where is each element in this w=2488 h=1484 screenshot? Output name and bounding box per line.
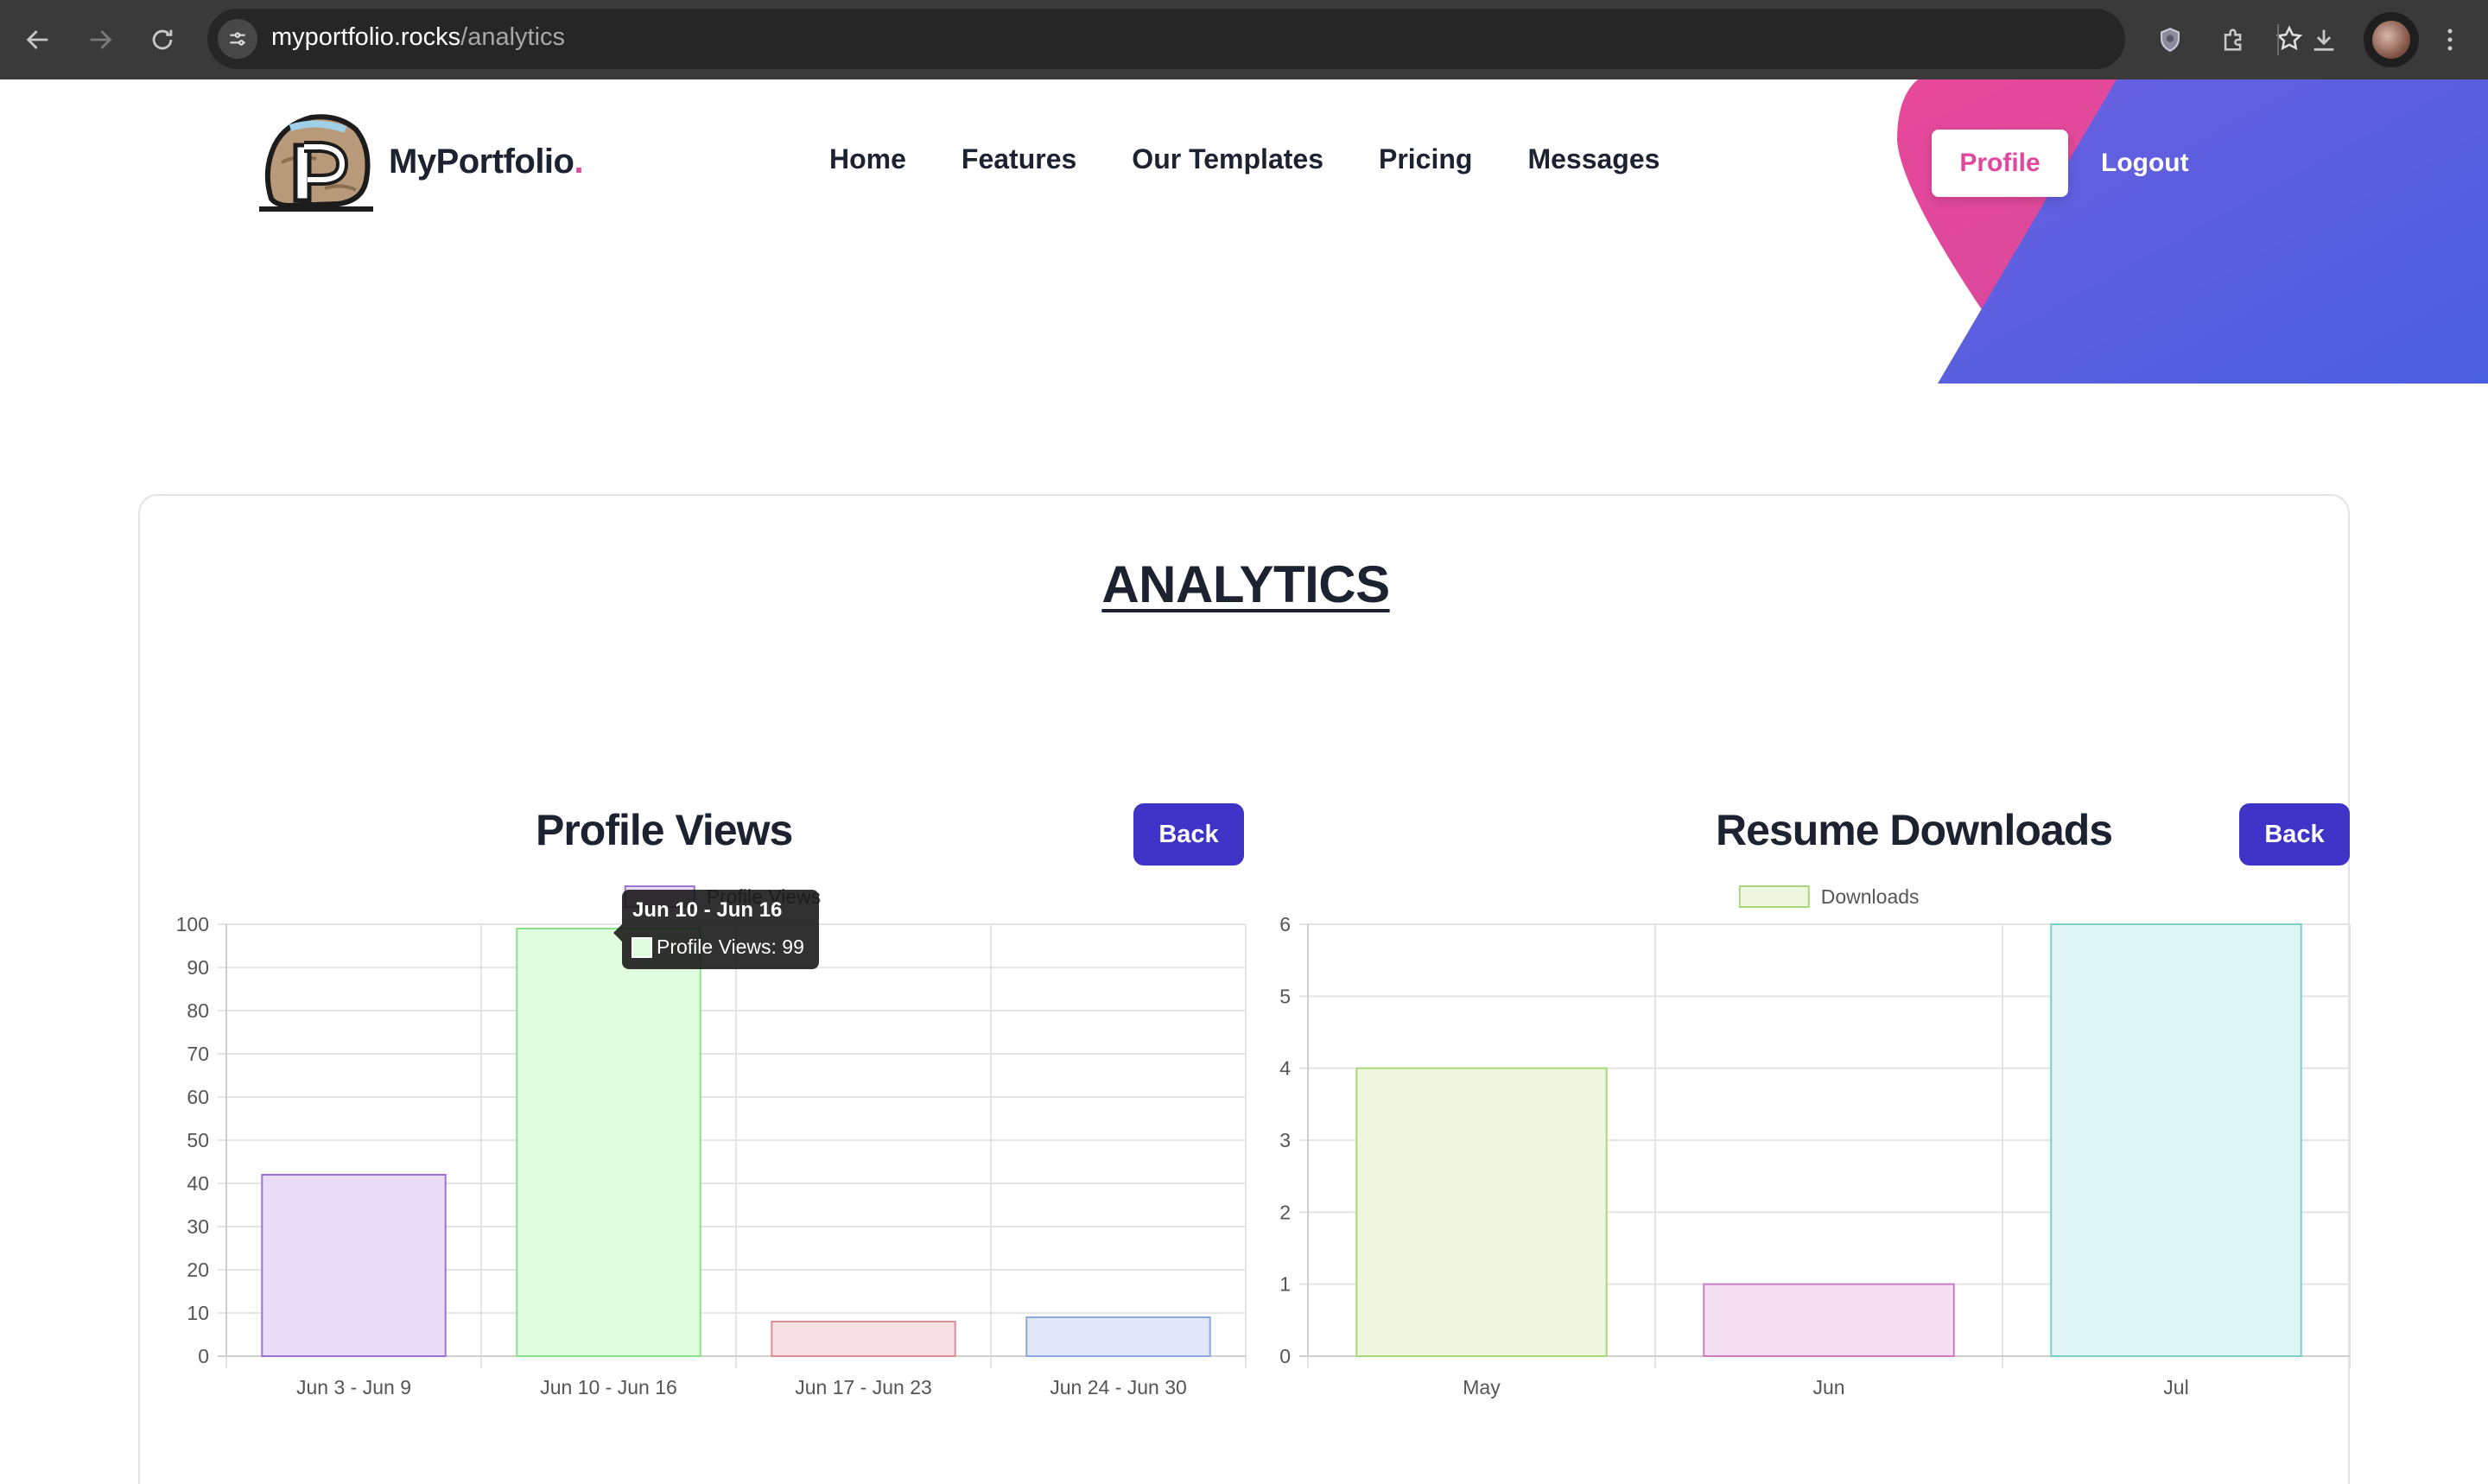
shield-extension-icon[interactable] xyxy=(2149,19,2191,60)
x-tick-label: Jul xyxy=(2163,1376,2188,1398)
legend-swatch[interactable] xyxy=(1738,885,1810,908)
browser-toolbar: myportfolio.rocks/analytics xyxy=(0,0,2488,79)
nav-our-templates[interactable]: Our Templates xyxy=(1132,143,1323,175)
url-path: /analytics xyxy=(460,23,566,51)
back-arrow-icon[interactable] xyxy=(17,19,59,60)
address-bar[interactable]: myportfolio.rocks/analytics xyxy=(207,9,2303,69)
y-tick-label: 20 xyxy=(187,1259,209,1281)
y-tick-label: 70 xyxy=(187,1043,209,1065)
resume-downloads-chart: 0 1 2 3 4 5 6 May Jun Jul Downloads xyxy=(1279,885,2351,1398)
x-tick-label: Jun 17 - Jun 23 xyxy=(795,1376,932,1398)
profile-views-panel: Profile Views Back 0 10 20 30 40 50 60 70 80 90 10… xyxy=(140,781,1247,1455)
x-tick-label: Jun 24 - Jun 30 xyxy=(1050,1376,1187,1398)
user-avatar[interactable] xyxy=(2364,12,2419,67)
nav-messages[interactable]: Messages xyxy=(1527,143,1660,175)
profile-button[interactable]: Profile xyxy=(1932,130,2068,197)
header-decoration xyxy=(1897,79,2488,384)
avatar-photo xyxy=(2372,21,2410,59)
y-tick-label: 10 xyxy=(187,1302,209,1324)
reload-icon[interactable] xyxy=(142,19,183,60)
site-header: MyPortfolio. Home Features Our Templates… xyxy=(0,79,2488,384)
y-tick-label: 90 xyxy=(187,956,209,979)
page-title: ANALYTICS xyxy=(1101,555,1390,613)
nav-pricing[interactable]: Pricing xyxy=(1379,143,1472,175)
chart-tooltip: Jun 10 - Jun 16 Profile Views: 99 xyxy=(613,890,819,969)
extensions-puzzle-icon[interactable] xyxy=(2213,19,2255,60)
y-tick-label: 50 xyxy=(187,1129,209,1151)
x-tick-label: Jun 10 - Jun 16 xyxy=(540,1376,677,1398)
main-nav: Home Features Our Templates Pricing Mess… xyxy=(829,143,1660,175)
y-tick-label: 5 xyxy=(1279,985,1291,1007)
y-tick-label: 30 xyxy=(187,1215,209,1238)
brand-name: MyPortfolio. xyxy=(389,142,584,181)
analytics-card: ANALYTICS Profile Views Back 0 10 20 30 40 50… xyxy=(138,494,2352,1484)
kebab-menu-icon[interactable] xyxy=(2429,19,2471,60)
x-tick-label: Jun 3 - Jun 9 xyxy=(296,1376,411,1398)
download-icon[interactable] xyxy=(2303,19,2345,60)
tooltip-label: Profile Views: 99 xyxy=(657,935,804,958)
y-tick-label: 80 xyxy=(187,999,209,1022)
url-host: myportfolio.rocks xyxy=(271,23,461,51)
y-tick-label: 2 xyxy=(1279,1201,1291,1223)
y-tick-label: 6 xyxy=(1279,913,1291,935)
resume-downloads-panel: Resume Downloads Back 0 1 2 3 4 5 6 May Jun Jul Do… xyxy=(1246,781,2352,1455)
x-tick-label: Jun xyxy=(1812,1376,1844,1398)
profile-views-chart: 0 10 20 30 40 50 60 70 80 90 100 Jun 3 - Jun 9 Jun 1… xyxy=(176,885,1247,1398)
url-text: myportfolio.rocks/analytics xyxy=(271,23,565,52)
nav-home[interactable]: Home xyxy=(829,143,906,175)
y-tick-label: 100 xyxy=(176,913,209,935)
chart-bar[interactable] xyxy=(1703,1283,1955,1358)
legend-label[interactable]: Downloads xyxy=(1821,885,1920,908)
nav-features[interactable]: Features xyxy=(962,143,1076,175)
y-tick-label: 1 xyxy=(1279,1273,1291,1296)
brand-logo[interactable]: MyPortfolio. xyxy=(256,111,584,212)
y-tick-label: 60 xyxy=(187,1086,209,1108)
y-tick-label: 0 xyxy=(1279,1345,1291,1367)
chart-bar[interactable] xyxy=(261,1174,447,1357)
logout-button[interactable]: Logout xyxy=(2101,149,2189,178)
y-tick-label: 40 xyxy=(187,1172,209,1195)
y-tick-label: 3 xyxy=(1279,1129,1291,1151)
tooltip-title: Jun 10 - Jun 16 xyxy=(632,898,782,922)
chart-bar[interactable] xyxy=(516,928,701,1357)
chart-bar[interactable] xyxy=(1355,1067,1608,1357)
rock-logo-icon xyxy=(259,114,373,212)
forward-arrow-icon[interactable] xyxy=(79,19,121,60)
y-tick-label: 0 xyxy=(198,1345,209,1367)
chart-bar[interactable] xyxy=(771,1321,956,1357)
chart-bar[interactable] xyxy=(2050,923,2302,1357)
brand-text: MyPortfolio xyxy=(389,142,574,181)
x-tick-label: May xyxy=(1463,1376,1501,1398)
tooltip-swatch xyxy=(632,937,652,958)
toolbar-divider xyxy=(2277,24,2279,55)
chart-bar[interactable] xyxy=(1025,1316,1211,1357)
y-tick-label: 4 xyxy=(1279,1057,1291,1080)
site-settings-icon[interactable] xyxy=(218,19,257,59)
brand-dot: . xyxy=(574,142,584,181)
